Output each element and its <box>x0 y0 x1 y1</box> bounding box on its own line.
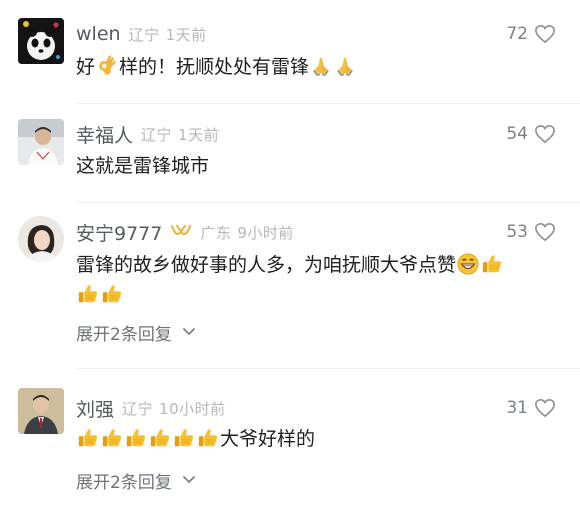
thumbs-up-emoji-icon <box>101 283 123 305</box>
name-row: 安宁9777 广东 9小时前 <box>76 218 294 246</box>
user-name[interactable]: 安宁9777 <box>76 219 162 246</box>
comment-item: wlen 辽宁 1天前 72 好 样的！抚顺处处有雷锋 <box>0 0 580 100</box>
chevron-down-icon <box>182 475 196 485</box>
comment-text: 大爷好样的 <box>76 424 556 454</box>
woman-photo-avatar-icon <box>18 216 64 262</box>
like-count: 31 <box>506 398 528 418</box>
like-count: 54 <box>506 124 528 144</box>
comment-text-part: 好 <box>76 56 96 78</box>
expand-replies-button[interactable]: 展开2条回复 <box>76 466 196 494</box>
pray-emoji-icon <box>310 55 332 77</box>
comment-text-part: 样的！抚顺处处有雷锋 <box>119 56 310 78</box>
vip-badge-icon <box>170 224 192 240</box>
thumbs-up-emoji-icon <box>77 283 99 305</box>
man-photo-avatar-icon <box>18 119 64 165</box>
comment-time: 9小时前 <box>237 223 294 242</box>
like-count: 53 <box>506 222 528 242</box>
thumbs-up-emoji-icon <box>125 427 147 449</box>
user-location: 广东 <box>200 223 232 242</box>
panda-avatar-icon <box>18 18 64 64</box>
pray-emoji-icon <box>334 55 356 77</box>
comment-time: 10小时前 <box>159 399 226 418</box>
like-button[interactable]: 53 <box>506 218 556 246</box>
expand-replies-label: 展开2条回复 <box>76 472 172 493</box>
name-row: wlen 辽宁 1天前 <box>76 20 207 48</box>
user-location: 辽宁 <box>128 25 160 44</box>
thumbs-up-emoji-icon <box>481 253 503 275</box>
comment-text-content: 雷锋的故乡做好事的人多，为咱抚顺大爷点赞 <box>76 254 457 276</box>
user-avatar[interactable] <box>18 18 64 64</box>
user-name[interactable]: 幸福人 <box>76 121 133 148</box>
like-button[interactable]: 31 <box>506 394 556 422</box>
comment-text: 雷锋的故乡做好事的人多，为咱抚顺大爷点赞 <box>76 250 556 310</box>
user-avatar[interactable] <box>18 216 64 262</box>
comment-text-content: 这就是雷锋城市 <box>76 155 210 177</box>
like-button[interactable]: 72 <box>506 20 556 48</box>
thumbs-up-emoji-icon <box>173 427 195 449</box>
user-location: 辽宁 <box>122 399 154 418</box>
thumbs-up-emoji-icon <box>149 427 171 449</box>
user-avatar[interactable] <box>18 388 64 434</box>
like-button[interactable]: 54 <box>506 120 556 148</box>
comment-item: 安宁9777 广东 9小时前 53 雷锋的故乡做好事的人多，为咱抚顺大爷点赞 展… <box>0 202 580 367</box>
user-name[interactable]: 刘强 <box>76 395 114 422</box>
thumbs-up-emoji-icon <box>197 427 219 449</box>
heart-icon[interactable] <box>534 124 556 144</box>
thumbs-up-emoji-icon <box>77 427 99 449</box>
comment-item: 幸福人 辽宁 1天前 54 这就是雷锋城市 <box>0 103 580 203</box>
comment-time: 1天前 <box>165 25 207 44</box>
user-avatar[interactable] <box>18 119 64 165</box>
heart-icon[interactable] <box>534 398 556 418</box>
man-portrait-avatar-icon <box>18 388 64 434</box>
comment-text: 好 样的！抚顺处处有雷锋 <box>76 52 556 82</box>
comment-time: 1天前 <box>178 125 220 144</box>
comment-text-content: 大爷好样的 <box>220 428 316 450</box>
expand-replies-label: 展开2条回复 <box>76 324 172 345</box>
comment-item: 刘强 辽宁 10小时前 31 大爷好样的 展开2条回复 <box>0 368 580 508</box>
user-name[interactable]: wlen <box>76 23 121 45</box>
comment-text: 这就是雷锋城市 <box>76 151 556 181</box>
heart-icon[interactable] <box>534 222 556 242</box>
name-row: 幸福人 辽宁 1天前 <box>76 120 219 148</box>
thumbs-up-emoji-icon <box>101 427 123 449</box>
chevron-down-icon <box>182 327 196 337</box>
name-row: 刘强 辽宁 10小时前 <box>76 394 226 422</box>
ok-hand-emoji-icon <box>96 55 118 77</box>
like-count: 72 <box>506 24 528 44</box>
user-location: 辽宁 <box>141 125 173 144</box>
expand-replies-button[interactable]: 展开2条回复 <box>76 318 196 346</box>
heart-icon[interactable] <box>534 24 556 44</box>
grin-emoji-icon <box>457 253 479 275</box>
